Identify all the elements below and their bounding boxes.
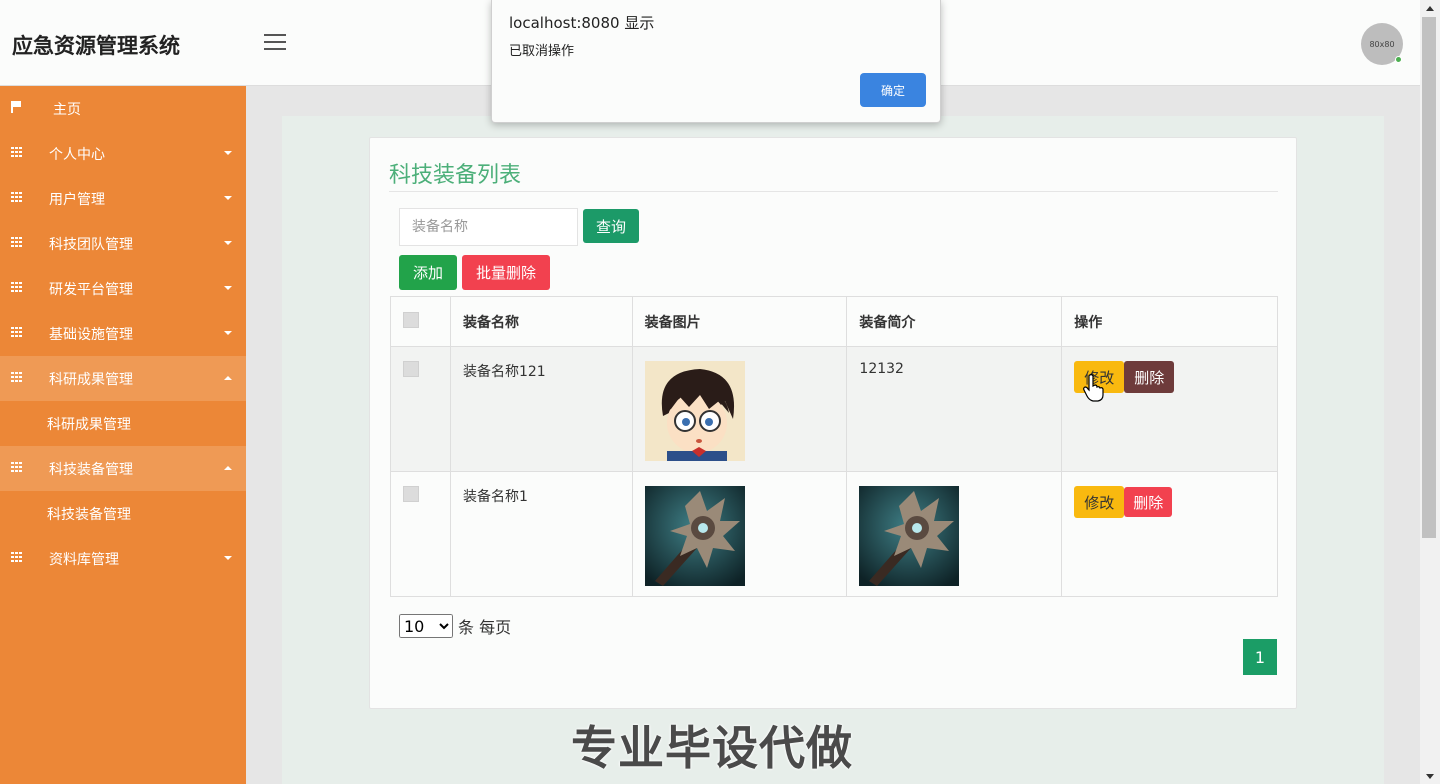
row-checkbox[interactable] [403, 486, 419, 502]
sidebar-item-research-results[interactable]: 科研成果管理 [0, 356, 246, 401]
dialog-title: localhost:8080 显示 [509, 14, 655, 32]
equipment-name-cell: 装备名称1 [449, 471, 633, 597]
sidebar-item-label: 资料库管理 [49, 551, 119, 568]
sidebar-subitem-equipment-management[interactable]: 科技装备管理 [0, 491, 246, 536]
edit-button[interactable]: 修改 [1074, 486, 1125, 518]
sidebar-item-personal-center[interactable]: 个人中心 [0, 131, 246, 176]
caret-down-icon [224, 556, 232, 560]
actions-cell: 修改 删除 [1061, 346, 1278, 472]
page-scrollbar[interactable] [1420, 0, 1440, 784]
sidebar-subitem-research-results[interactable]: 科研成果管理 [0, 401, 246, 446]
column-header: 操作 [1061, 296, 1278, 347]
table-row: 装备名称121 12132 修改 删除 [390, 346, 1278, 472]
dialog-message: 已取消操作 [509, 44, 575, 59]
delete-button[interactable]: 删除 [1124, 361, 1175, 393]
sidebar-item-label: 基础设施管理 [49, 326, 133, 343]
grid-icon [11, 327, 23, 337]
caret-down-icon [224, 331, 232, 335]
sidebar-item-infrastructure-management[interactable]: 基础设施管理 [0, 311, 246, 356]
row-checkbox[interactable] [403, 361, 419, 377]
alert-dialog: localhost:8080 显示 已取消操作 确定 [491, 0, 941, 123]
grid-icon [11, 282, 23, 292]
sidebar-item-platform-management[interactable]: 研发平台管理 [0, 266, 246, 311]
sidebar-item-user-management[interactable]: 用户管理 [0, 176, 246, 221]
add-button[interactable]: 添加 [399, 255, 457, 290]
grid-icon [11, 462, 23, 472]
equipment-intro-cell: 12132 [846, 346, 1063, 472]
equipment-table: 装备名称 装备图片 装备简介 操作 装备名称121 12132 修改 删除 装备… [390, 296, 1278, 597]
caret-up-icon [224, 466, 232, 470]
anime-boy-image [644, 361, 745, 461]
sidebar-item-label: 个人中心 [49, 146, 105, 163]
delete-button[interactable]: 删除 [1124, 487, 1173, 517]
scroll-thumb[interactable] [1422, 17, 1436, 538]
sidebar-item-library-management[interactable]: 资料库管理 [0, 536, 246, 581]
sidebar-item-label: 主页 [53, 101, 81, 118]
caret-down-icon [224, 196, 232, 200]
caret-down-icon [224, 241, 232, 245]
equipment-image-cell [631, 346, 848, 472]
search-input[interactable] [399, 208, 578, 246]
dialog-ok-button[interactable]: 确定 [860, 73, 926, 107]
sidebar-item-team-management[interactable]: 科技团队管理 [0, 221, 246, 266]
spiked-mace-image [859, 486, 960, 586]
sidebar-item-label: 研发平台管理 [49, 281, 133, 298]
row-checkbox-cell [390, 346, 451, 472]
page-size-select[interactable]: 10 [399, 614, 453, 638]
caret-down-icon [224, 151, 232, 155]
sidebar-item-label: 科研成果管理 [49, 371, 133, 388]
page-button[interactable]: 1 [1243, 639, 1277, 675]
select-all-cell [390, 296, 451, 347]
grid-icon [11, 372, 23, 382]
sidebar-item-equipment-management[interactable]: 科技装备管理 [0, 446, 246, 491]
equipment-name-cell: 装备名称121 [449, 346, 633, 472]
column-header: 装备图片 [631, 296, 848, 347]
menu-toggle-icon[interactable] [264, 34, 286, 52]
grid-icon [11, 552, 23, 562]
equipment-intro-cell [846, 471, 1063, 597]
caret-down-icon [224, 286, 232, 290]
brand-title: 应急资源管理系统 [12, 34, 180, 58]
grid-icon [11, 147, 23, 157]
sidebar: 主页 个人中心 用户管理 科技团队管理 研发平台管理 基础设施管理 科研成果管理… [0, 86, 246, 784]
scroll-up-icon[interactable] [1426, 6, 1434, 11]
sidebar-item-label: 科技装备管理 [49, 461, 133, 478]
edit-button[interactable]: 修改 [1074, 361, 1125, 393]
table-header-row: 装备名称 装备图片 装备简介 操作 [390, 296, 1278, 347]
grid-icon [11, 192, 23, 202]
batch-delete-button[interactable]: 批量删除 [462, 255, 550, 290]
spiked-mace-image [644, 486, 745, 586]
actions-cell: 修改 删除 [1061, 471, 1278, 597]
select-all-checkbox[interactable] [403, 311, 419, 328]
page-title: 科技装备列表 [389, 163, 522, 188]
online-status-icon [1395, 56, 1402, 63]
watermark: 专业毕设代做 [571, 721, 853, 775]
column-header: 装备简介 [846, 296, 1063, 347]
page-size-control: 10 条 每页 [399, 614, 511, 638]
page-size-suffix: 条 每页 [458, 618, 512, 637]
sidebar-item-label: 科技团队管理 [49, 236, 133, 253]
equipment-image-cell [631, 471, 848, 597]
caret-up-icon [224, 376, 232, 380]
equipment-list-card: 科技装备列表 查询 添加 批量删除 装备名称 装备图片 装备简介 操作 装备名称… [369, 137, 1297, 709]
table-row: 装备名称1 修改 删除 [390, 471, 1278, 597]
scroll-down-icon[interactable] [1426, 774, 1434, 779]
flag-icon [11, 101, 22, 113]
divider [389, 191, 1278, 192]
row-checkbox-cell [390, 471, 451, 597]
column-header: 装备名称 [449, 296, 633, 347]
grid-icon [11, 237, 23, 247]
sidebar-item-home[interactable]: 主页 [0, 86, 246, 131]
sidebar-item-label: 用户管理 [49, 191, 105, 208]
query-button[interactable]: 查询 [583, 209, 639, 243]
